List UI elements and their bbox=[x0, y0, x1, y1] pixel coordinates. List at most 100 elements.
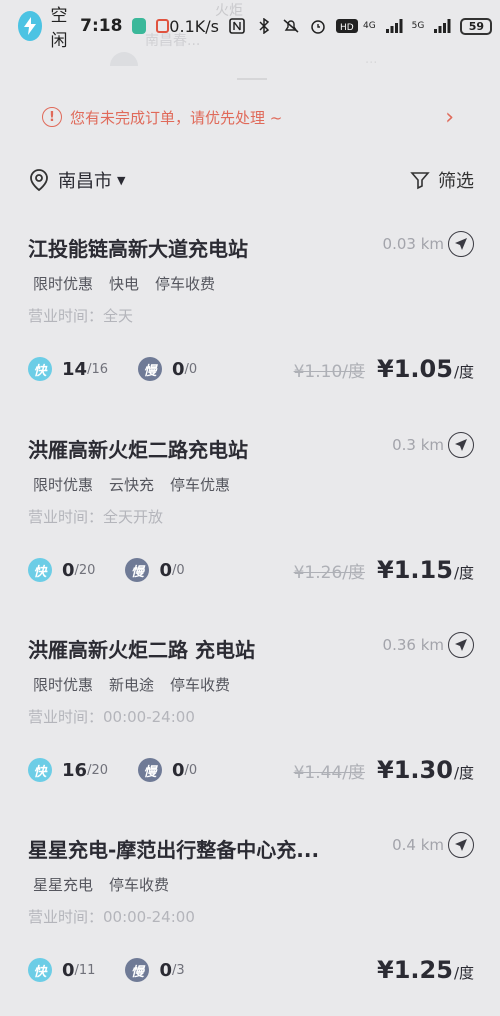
station-tag: 限时优惠 bbox=[33, 476, 94, 494]
station-name: 星星充电-摩范出行整备中心充... bbox=[28, 838, 320, 862]
station-tag: 停车收费 bbox=[155, 275, 216, 293]
slow-charge-icon: 慢 bbox=[137, 357, 162, 381]
slow-total: /3 bbox=[171, 962, 185, 978]
hd-icon: HD bbox=[335, 18, 358, 34]
pending-order-notice[interactable]: ! 您有未完成订单，请优先处理 ~ › bbox=[30, 98, 470, 136]
signal-icon bbox=[385, 18, 403, 34]
station-tag: 停车收费 bbox=[109, 876, 170, 894]
station-tag: 限时优惠 bbox=[33, 676, 94, 694]
station-name: 洪雁高新火炬二路充电站 bbox=[28, 438, 248, 462]
original-price: ¥1.10/度 bbox=[293, 362, 366, 382]
navigation-arrow-icon bbox=[455, 639, 467, 651]
filter-button[interactable]: 筛选 bbox=[410, 167, 474, 193]
info-icon: ! bbox=[42, 107, 62, 127]
station-tag: 停车收费 bbox=[170, 676, 231, 694]
slow-charger-count: 慢 0 /0 bbox=[137, 758, 198, 782]
caret-down-icon[interactable]: ▼ bbox=[117, 174, 125, 187]
station-tag: 快电 bbox=[109, 275, 140, 293]
app-status-label: 空闲 bbox=[50, 6, 68, 51]
slow-total: /0 bbox=[184, 762, 198, 778]
status-bar: 空闲 7:18 0.1K/s HD 4G 5G 59 bbox=[0, 0, 500, 52]
original-price: ¥1.44/度 bbox=[293, 763, 366, 783]
lightning-icon bbox=[18, 11, 43, 41]
slow-charge-icon: 慢 bbox=[125, 558, 150, 582]
fast-total: /20 bbox=[87, 762, 108, 778]
slow-total: /0 bbox=[171, 562, 185, 578]
business-hours: 营业时间：全天开放 bbox=[28, 508, 164, 526]
drag-handle[interactable] bbox=[237, 78, 267, 80]
slow-available: 0 bbox=[159, 559, 172, 581]
svg-text:HD: HD bbox=[340, 23, 354, 33]
alarm-icon bbox=[309, 18, 327, 34]
signal-4g-label: 4G bbox=[362, 21, 376, 31]
ghost-text-3: ... bbox=[365, 52, 378, 67]
navigation-arrow-icon bbox=[455, 238, 467, 250]
nfc-icon bbox=[228, 18, 246, 34]
business-hours: 营业时间：00:00-24:00 bbox=[28, 708, 195, 726]
station-card[interactable]: 洪雁高新火炬二路充电站 0.3 km 限时优惠 云快充 停车优惠 营业时间：全天… bbox=[0, 432, 500, 634]
price-unit: /度 bbox=[453, 564, 474, 582]
price-unit: /度 bbox=[453, 363, 474, 381]
station-tag: 限时优惠 bbox=[33, 275, 94, 293]
current-price: ¥1.15 bbox=[377, 556, 453, 584]
fast-charger-count: 快 14 /16 bbox=[28, 357, 108, 381]
filter-label: 筛选 bbox=[438, 171, 474, 192]
location-pin-icon bbox=[30, 169, 48, 192]
ghost-shape bbox=[110, 52, 138, 66]
station-tag: 星星充电 bbox=[33, 876, 94, 894]
slow-charge-icon: 慢 bbox=[137, 758, 162, 782]
signal-icon-2 bbox=[433, 18, 451, 34]
fast-charge-icon: 快 bbox=[28, 758, 52, 782]
fast-charger-count: 快 16 /20 bbox=[28, 758, 108, 782]
navigate-button[interactable] bbox=[448, 432, 474, 458]
price-unit: /度 bbox=[453, 764, 474, 782]
station-distance: 0.3 km bbox=[392, 436, 444, 454]
ghost-text-2: 南昌春... bbox=[145, 33, 201, 49]
filter-icon bbox=[410, 172, 430, 190]
fast-available: 0 bbox=[62, 959, 75, 981]
fast-total: /20 bbox=[74, 562, 96, 578]
station-card[interactable]: 星星充电-摩范出行整备中心充... 0.4 km 星星充电 停车收费 营业时间：… bbox=[0, 832, 500, 1016]
fast-charger-count: 快 0 /20 bbox=[28, 558, 95, 582]
fast-total: /16 bbox=[87, 361, 108, 377]
current-price: ¥1.05 bbox=[377, 355, 453, 383]
station-tag: 云快充 bbox=[109, 476, 155, 494]
mute-icon bbox=[282, 18, 300, 34]
location-bar: 南昌市 ▼ 筛选 bbox=[28, 164, 474, 196]
fast-charge-icon: 快 bbox=[28, 958, 52, 982]
fast-available: 0 bbox=[62, 559, 75, 581]
fast-total: /11 bbox=[74, 962, 96, 978]
city-selector[interactable]: 南昌市 bbox=[58, 167, 112, 193]
slow-charger-count: 慢 0 /3 bbox=[125, 958, 185, 982]
station-distance: 0.36 km bbox=[382, 636, 444, 654]
slow-available: 0 bbox=[159, 959, 172, 981]
current-price: ¥1.25 bbox=[377, 956, 453, 984]
station-card[interactable]: 洪雁高新火炬二路 充电站 0.36 km 限时优惠 新电途 停车收费 营业时间：… bbox=[0, 632, 500, 834]
fast-charger-count: 快 0 /11 bbox=[28, 958, 95, 982]
station-card[interactable]: 江投能链高新大道充电站 0.03 km 限时优惠 快电 停车收费 营业时间：全天… bbox=[0, 231, 500, 433]
station-name: 江投能链高新大道充电站 bbox=[28, 237, 248, 261]
fast-charge-icon: 快 bbox=[28, 558, 52, 582]
current-price: ¥1.30 bbox=[377, 756, 453, 784]
slow-charger-count: 慢 0 /0 bbox=[125, 558, 185, 582]
slow-charge-icon: 慢 bbox=[125, 958, 150, 982]
navigation-arrow-icon bbox=[455, 439, 467, 451]
ghost-text: 火炬 bbox=[215, 3, 243, 19]
fast-charge-icon: 快 bbox=[28, 357, 52, 381]
station-tag: 新电途 bbox=[109, 676, 155, 694]
slow-charger-count: 慢 0 /0 bbox=[137, 357, 197, 381]
business-hours: 营业时间：全天 bbox=[28, 307, 134, 325]
navigate-button[interactable] bbox=[448, 231, 474, 257]
chevron-right-icon: › bbox=[445, 104, 454, 130]
navigate-button[interactable] bbox=[448, 832, 474, 858]
navigation-arrow-icon bbox=[455, 839, 467, 851]
signal-5g-label: 5G bbox=[411, 21, 425, 31]
bluetooth-icon bbox=[255, 17, 273, 35]
navigate-button[interactable] bbox=[448, 632, 474, 658]
business-hours: 营业时间：00:00-24:00 bbox=[28, 908, 195, 926]
app-notification-icon bbox=[132, 18, 146, 34]
fast-available: 14 bbox=[62, 358, 88, 380]
fast-available: 16 bbox=[62, 759, 88, 781]
price-unit: /度 bbox=[453, 964, 474, 982]
station-name: 洪雁高新火炬二路 充电站 bbox=[28, 638, 255, 662]
